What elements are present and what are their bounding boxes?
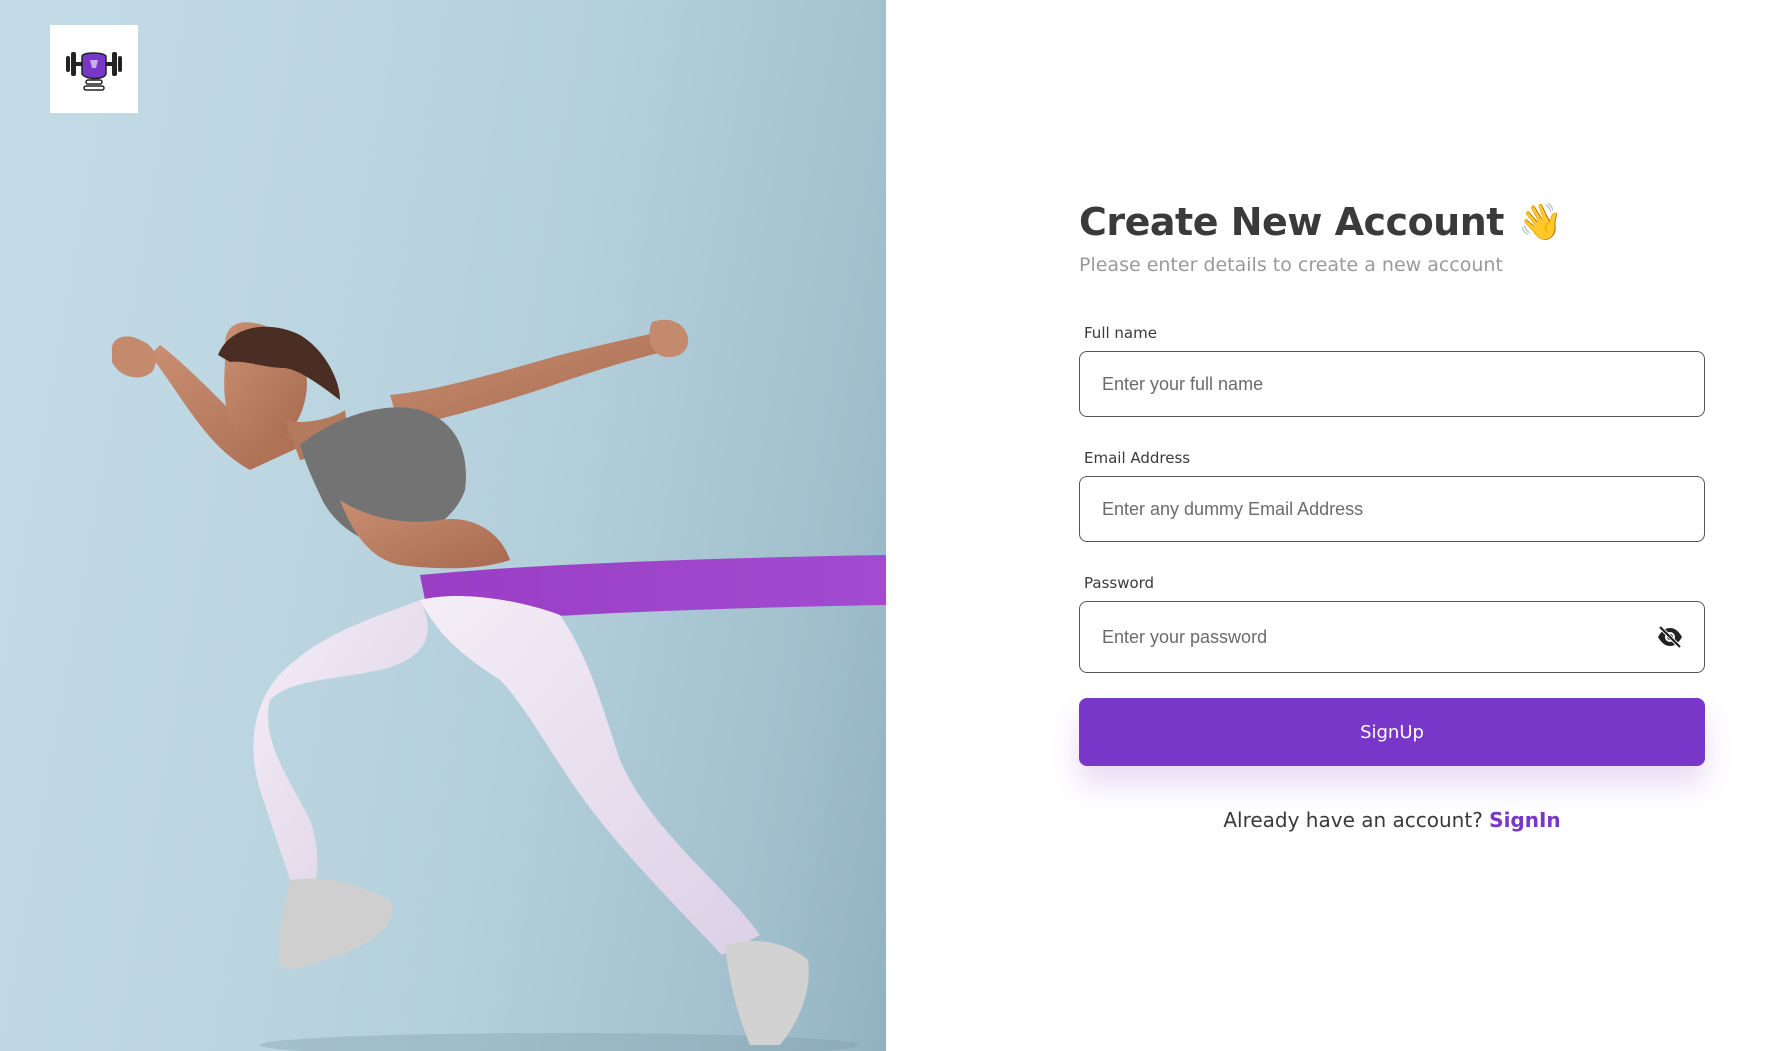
- hero-photo: [111, 319, 886, 1051]
- full-name-input[interactable]: [1079, 351, 1705, 417]
- email-group: Email Address: [1079, 449, 1705, 542]
- full-name-label: Full name: [1084, 324, 1157, 342]
- page-subtitle: Please enter details to create a new acc…: [1079, 254, 1503, 276]
- password-label: Password: [1084, 574, 1155, 592]
- email-input[interactable]: [1079, 476, 1705, 542]
- password-visibility-toggle[interactable]: [1653, 621, 1687, 653]
- logo[interactable]: [50, 25, 138, 113]
- signup-page: Create New Account 👋 Please enter detail…: [0, 0, 1779, 1051]
- signin-link[interactable]: SignIn: [1489, 808, 1561, 832]
- signin-prompt: Already have an account?: [1223, 808, 1483, 832]
- password-input[interactable]: [1079, 601, 1705, 673]
- email-label: Email Address: [1084, 449, 1191, 467]
- eye-off-icon: [1658, 625, 1682, 649]
- password-group: Password: [1079, 574, 1705, 673]
- full-name-group: Full name: [1079, 324, 1705, 417]
- title-row: Create New Account 👋: [1079, 200, 1705, 244]
- signup-button[interactable]: SignUp: [1079, 698, 1705, 766]
- dumbbell-fist-icon: [66, 52, 122, 91]
- waving-hand-icon: 👋: [1517, 202, 1563, 243]
- page-title: Create New Account: [1079, 200, 1504, 244]
- signin-row: Already have an account? SignIn: [1079, 808, 1705, 832]
- signup-form: Create New Account 👋 Please enter detail…: [1079, 200, 1705, 832]
- hero-panel: [0, 0, 886, 1051]
